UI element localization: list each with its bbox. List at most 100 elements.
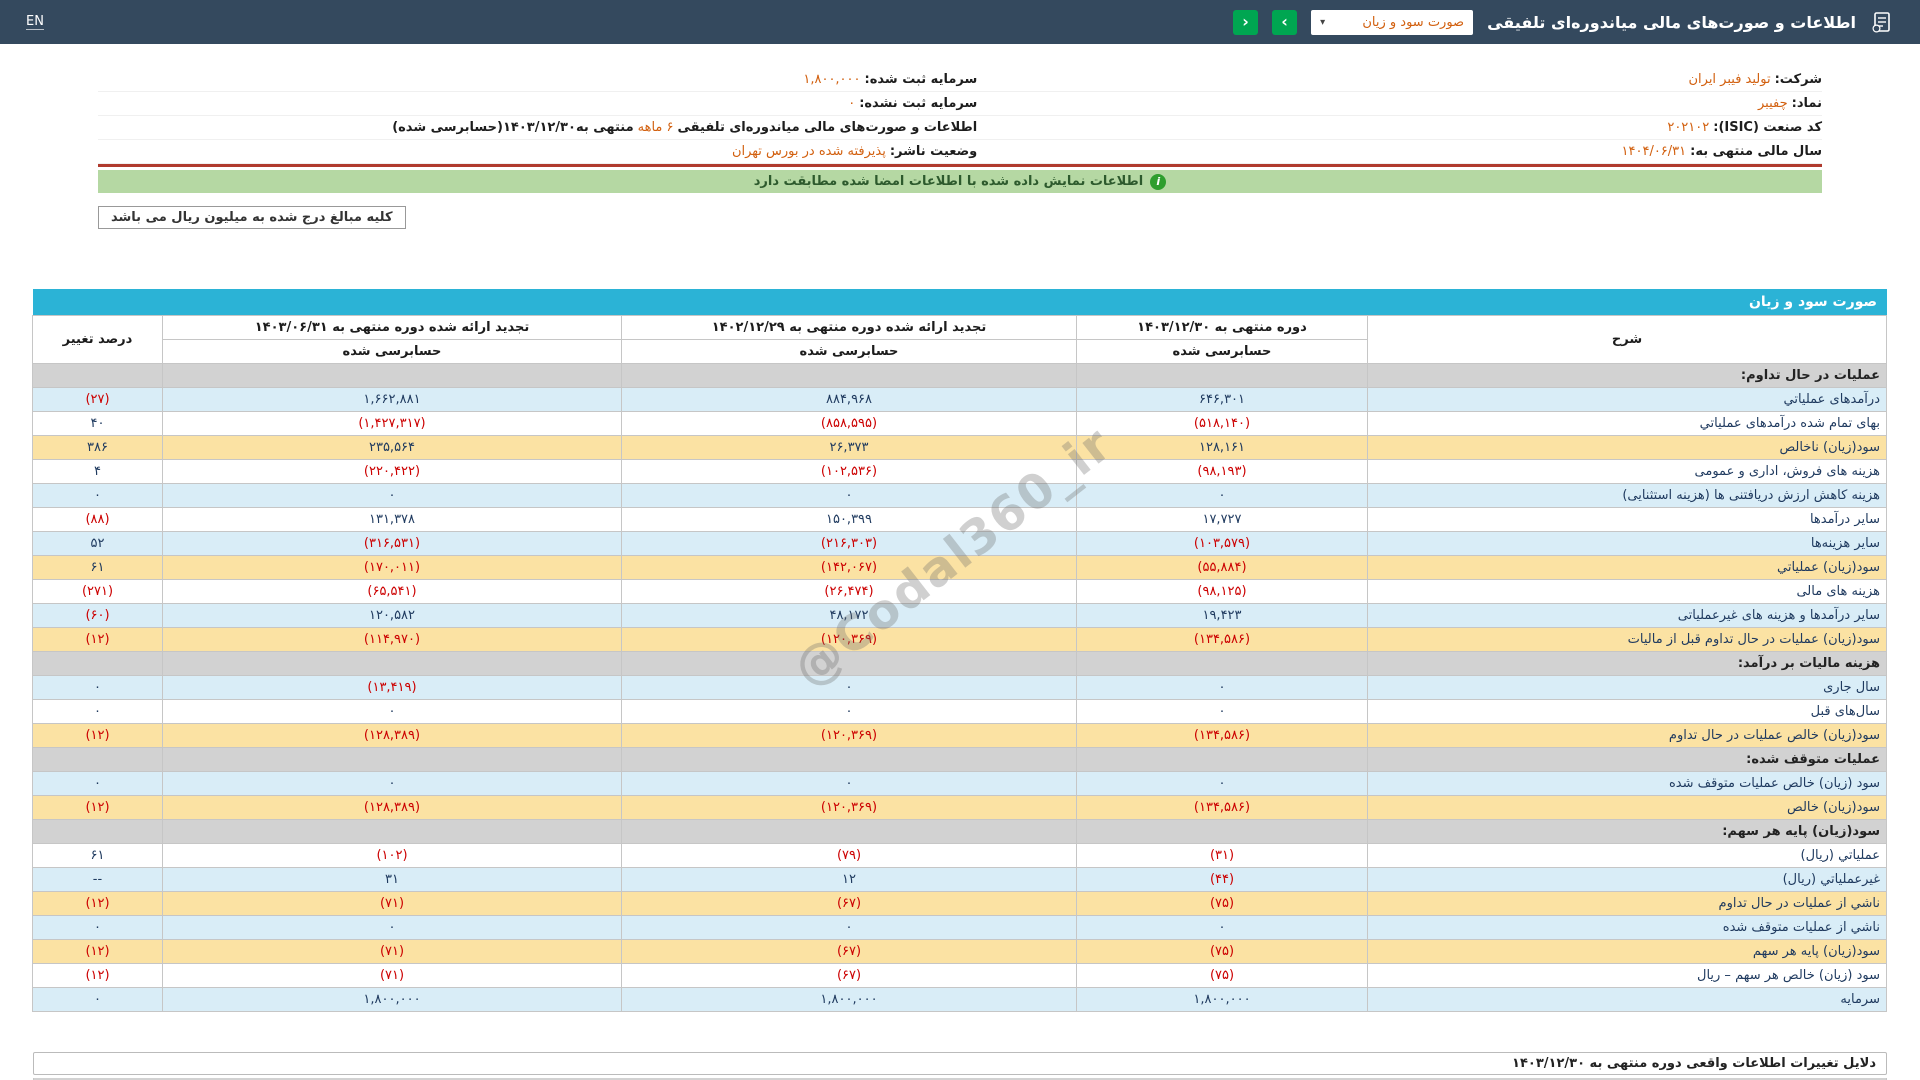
company-info-row: سرمایه ثبت نشده:۰ <box>98 92 977 116</box>
empty-cell <box>33 652 163 676</box>
value-cell: ۰ <box>163 484 622 508</box>
empty-cell <box>622 652 1077 676</box>
statement-select[interactable]: صورت سود و زیان ▾ <box>1311 10 1473 35</box>
section-label: عملیات در حال تداوم: <box>1368 364 1887 388</box>
value-cell: (۹۸,۱۲۵) <box>1077 580 1368 604</box>
statement-row: درآمدهای عملیاتي۶۴۶,۳۰۱۸۸۴,۹۶۸۱,۶۶۲,۸۸۱(… <box>33 388 1887 412</box>
statement-row: سال‌های قبل۰۰۰۰ <box>33 700 1887 724</box>
section-label: عملیات متوقف شده: <box>1368 748 1887 772</box>
percent-cell: -- <box>33 868 163 892</box>
statement-back-button[interactable]: ‹ <box>1233 10 1258 35</box>
value-cell: ۱۲۸,۱۶۱ <box>1077 436 1368 460</box>
percent-cell: ۳۸۶ <box>33 436 163 460</box>
language-toggle[interactable]: EN <box>26 14 44 30</box>
percent-cell: (۱۲) <box>33 940 163 964</box>
info-value: تولید فیبر ایران <box>1688 72 1770 87</box>
row-label: غیرعملیاتي (ریال) <box>1368 868 1887 892</box>
income-statement-table: شرح دوره منتهی به ۱۴۰۳/۱۲/۳۰ تجدید ارائه… <box>32 315 1887 1012</box>
value-cell: ۸۸۴,۹۶۸ <box>622 388 1077 412</box>
statement-header: شرح دوره منتهی به ۱۴۰۳/۱۲/۳۰ تجدید ارائه… <box>33 316 1887 364</box>
empty-cell <box>33 364 163 388</box>
statement-row: سود (زیان) خالص هر سهم – ریال(۷۵)(۶۷)(۷۱… <box>33 964 1887 988</box>
value-cell: ۱۷,۷۲۷ <box>1077 508 1368 532</box>
company-info-row: اطلاعات و صورت‌های مالی میاندوره‌ای تلفی… <box>98 116 977 140</box>
empty-cell <box>163 748 622 772</box>
row-label: سود (زیان) خالص عملیات متوقف شده <box>1368 772 1887 796</box>
statement-row: سود(زیان) ناخالص۱۲۸,۱۶۱۲۶,۳۷۳۲۳۵,۵۶۴۳۸۶ <box>33 436 1887 460</box>
statement-row: سود(زیان) عملیات در حال تداوم قبل از مال… <box>33 628 1887 652</box>
company-info-row: وضعیت ناشر:پذیرفته شده در بورس تهران <box>98 140 977 164</box>
statement-row: سایر درآمدها۱۷,۷۲۷۱۵۰,۳۹۹۱۳۱,۳۷۸(۸۸) <box>33 508 1887 532</box>
empty-cell <box>163 364 622 388</box>
statement-row: عملیاتي (ریال)(۳۱)(۷۹)(۱۰۲)۶۱ <box>33 844 1887 868</box>
row-label: هزینه کاهش ارزش دریافتنی ها (هزینه استثن… <box>1368 484 1887 508</box>
percent-cell: ۰ <box>33 988 163 1012</box>
percent-cell: (۲۷) <box>33 388 163 412</box>
value-cell: (۶۷) <box>622 964 1077 988</box>
audited-label: حسابرسی شده <box>163 340 622 364</box>
empty-cell <box>1077 652 1368 676</box>
statement-forward-button[interactable]: › <box>1272 10 1297 35</box>
info-value: ۲۰۲۱۰۲ <box>1667 120 1709 135</box>
value-cell: ۰ <box>622 676 1077 700</box>
row-label: سود(زیان) پایه هر سهم <box>1368 940 1887 964</box>
value-cell: ۰ <box>622 484 1077 508</box>
section-row: هزینه مالیات بر درآمد: <box>33 652 1887 676</box>
statement-row: سایر درآمدها و هزینه های غیرعملیاتی۱۹,۴۲… <box>33 604 1887 628</box>
value-cell: (۶۵,۵۴۱) <box>163 580 622 604</box>
percent-cell: (۱۲) <box>33 964 163 988</box>
info-value: ۱,۸۰۰,۰۰۰ <box>803 72 860 87</box>
row-label: هزینه های فروش، اداری و عمومی <box>1368 460 1887 484</box>
row-label: سود (زیان) خالص هر سهم – ریال <box>1368 964 1887 988</box>
value-cell: (۵۱۸,۱۴۰) <box>1077 412 1368 436</box>
value-cell: (۸۵۸,۵۹۵) <box>622 412 1077 436</box>
statement-select-value: صورت سود و زیان <box>1362 15 1464 30</box>
statement-row: سود(زیان) عملیاتي(۵۵,۸۸۴)(۱۴۲,۰۶۷)(۱۷۰,۰… <box>33 556 1887 580</box>
info-label: وضعیت ناشر: <box>890 144 977 159</box>
value-cell: (۱۳۴,۵۸۶) <box>1077 724 1368 748</box>
value-cell: ۳۱ <box>163 868 622 892</box>
info-value: ۰ <box>848 96 855 111</box>
value-cell: ۰ <box>1077 700 1368 724</box>
info-label: شرکت: <box>1775 72 1822 87</box>
col-header-change-percent: درصد تغییر <box>33 316 163 364</box>
value-cell: ۰ <box>1077 676 1368 700</box>
statement-row: ناشي از عملیات در حال تداوم(۷۵)(۶۷)(۷۱)(… <box>33 892 1887 916</box>
audited-label: حسابرسی شده <box>622 340 1077 364</box>
info-suffix: منتهی به۱۴۰۳/۱۲/۳۰(حسابرسی شده) <box>392 120 633 135</box>
value-cell: ۰ <box>1077 772 1368 796</box>
empty-cell <box>33 820 163 844</box>
statement-row: بهای تمام شده درآمدهای عملیاتي(۵۱۸,۱۴۰)(… <box>33 412 1887 436</box>
value-cell: (۴۴) <box>1077 868 1368 892</box>
currency-unit-note: کلیه مبالغ درج شده به میلیون ریال می باش… <box>98 206 406 229</box>
empty-cell <box>33 748 163 772</box>
row-label: ناشي از عملیات متوقف شده <box>1368 916 1887 940</box>
top-navbar: اطلاعات و صورت‌های مالی میاندوره‌ای تلفی… <box>0 0 1920 44</box>
percent-cell: ۰ <box>33 772 163 796</box>
value-cell: ۱۹,۴۲۳ <box>1077 604 1368 628</box>
value-cell: (۱۲۰,۳۶۹) <box>622 628 1077 652</box>
row-label: درآمدهای عملیاتي <box>1368 388 1887 412</box>
value-cell: ۱,۶۶۲,۸۸۱ <box>163 388 622 412</box>
chevron-down-icon: ▾ <box>1320 17 1325 28</box>
value-cell: (۷۱) <box>163 964 622 988</box>
statement-title-bar: صورت سود و زیان <box>33 289 1887 315</box>
value-cell: (۱۲۸,۳۸۹) <box>163 724 622 748</box>
empty-cell <box>622 820 1077 844</box>
section-row: سود(زیان) پایه هر سهم: <box>33 820 1887 844</box>
info-value: چفیبر <box>1758 96 1788 111</box>
company-info-panel: شرکت:تولید فیبر ایراننماد:چفیبرکد صنعت (… <box>98 68 1822 167</box>
col-header-description: شرح <box>1368 316 1887 364</box>
percent-cell: ۶۱ <box>33 844 163 868</box>
report-icon <box>1870 10 1894 34</box>
value-cell: ۰ <box>1077 916 1368 940</box>
row-label: سود(زیان) عملیاتي <box>1368 556 1887 580</box>
value-cell: ۰ <box>622 916 1077 940</box>
statement-row: هزینه های مالی(۹۸,۱۲۵)(۲۶,۴۷۴)(۶۵,۵۴۱)(۲… <box>33 580 1887 604</box>
income-statement-section: صورت سود و زیان شرح دوره منتهی به ۱۴۰۳/۱… <box>33 289 1887 1012</box>
percent-cell: ۰ <box>33 676 163 700</box>
company-info-row: شرکت: تولید فیبر ایران <box>977 68 1822 92</box>
info-label: سال مالی منتهی به: <box>1690 144 1822 159</box>
empty-cell <box>622 748 1077 772</box>
value-cell: ۴۸,۱۷۲ <box>622 604 1077 628</box>
